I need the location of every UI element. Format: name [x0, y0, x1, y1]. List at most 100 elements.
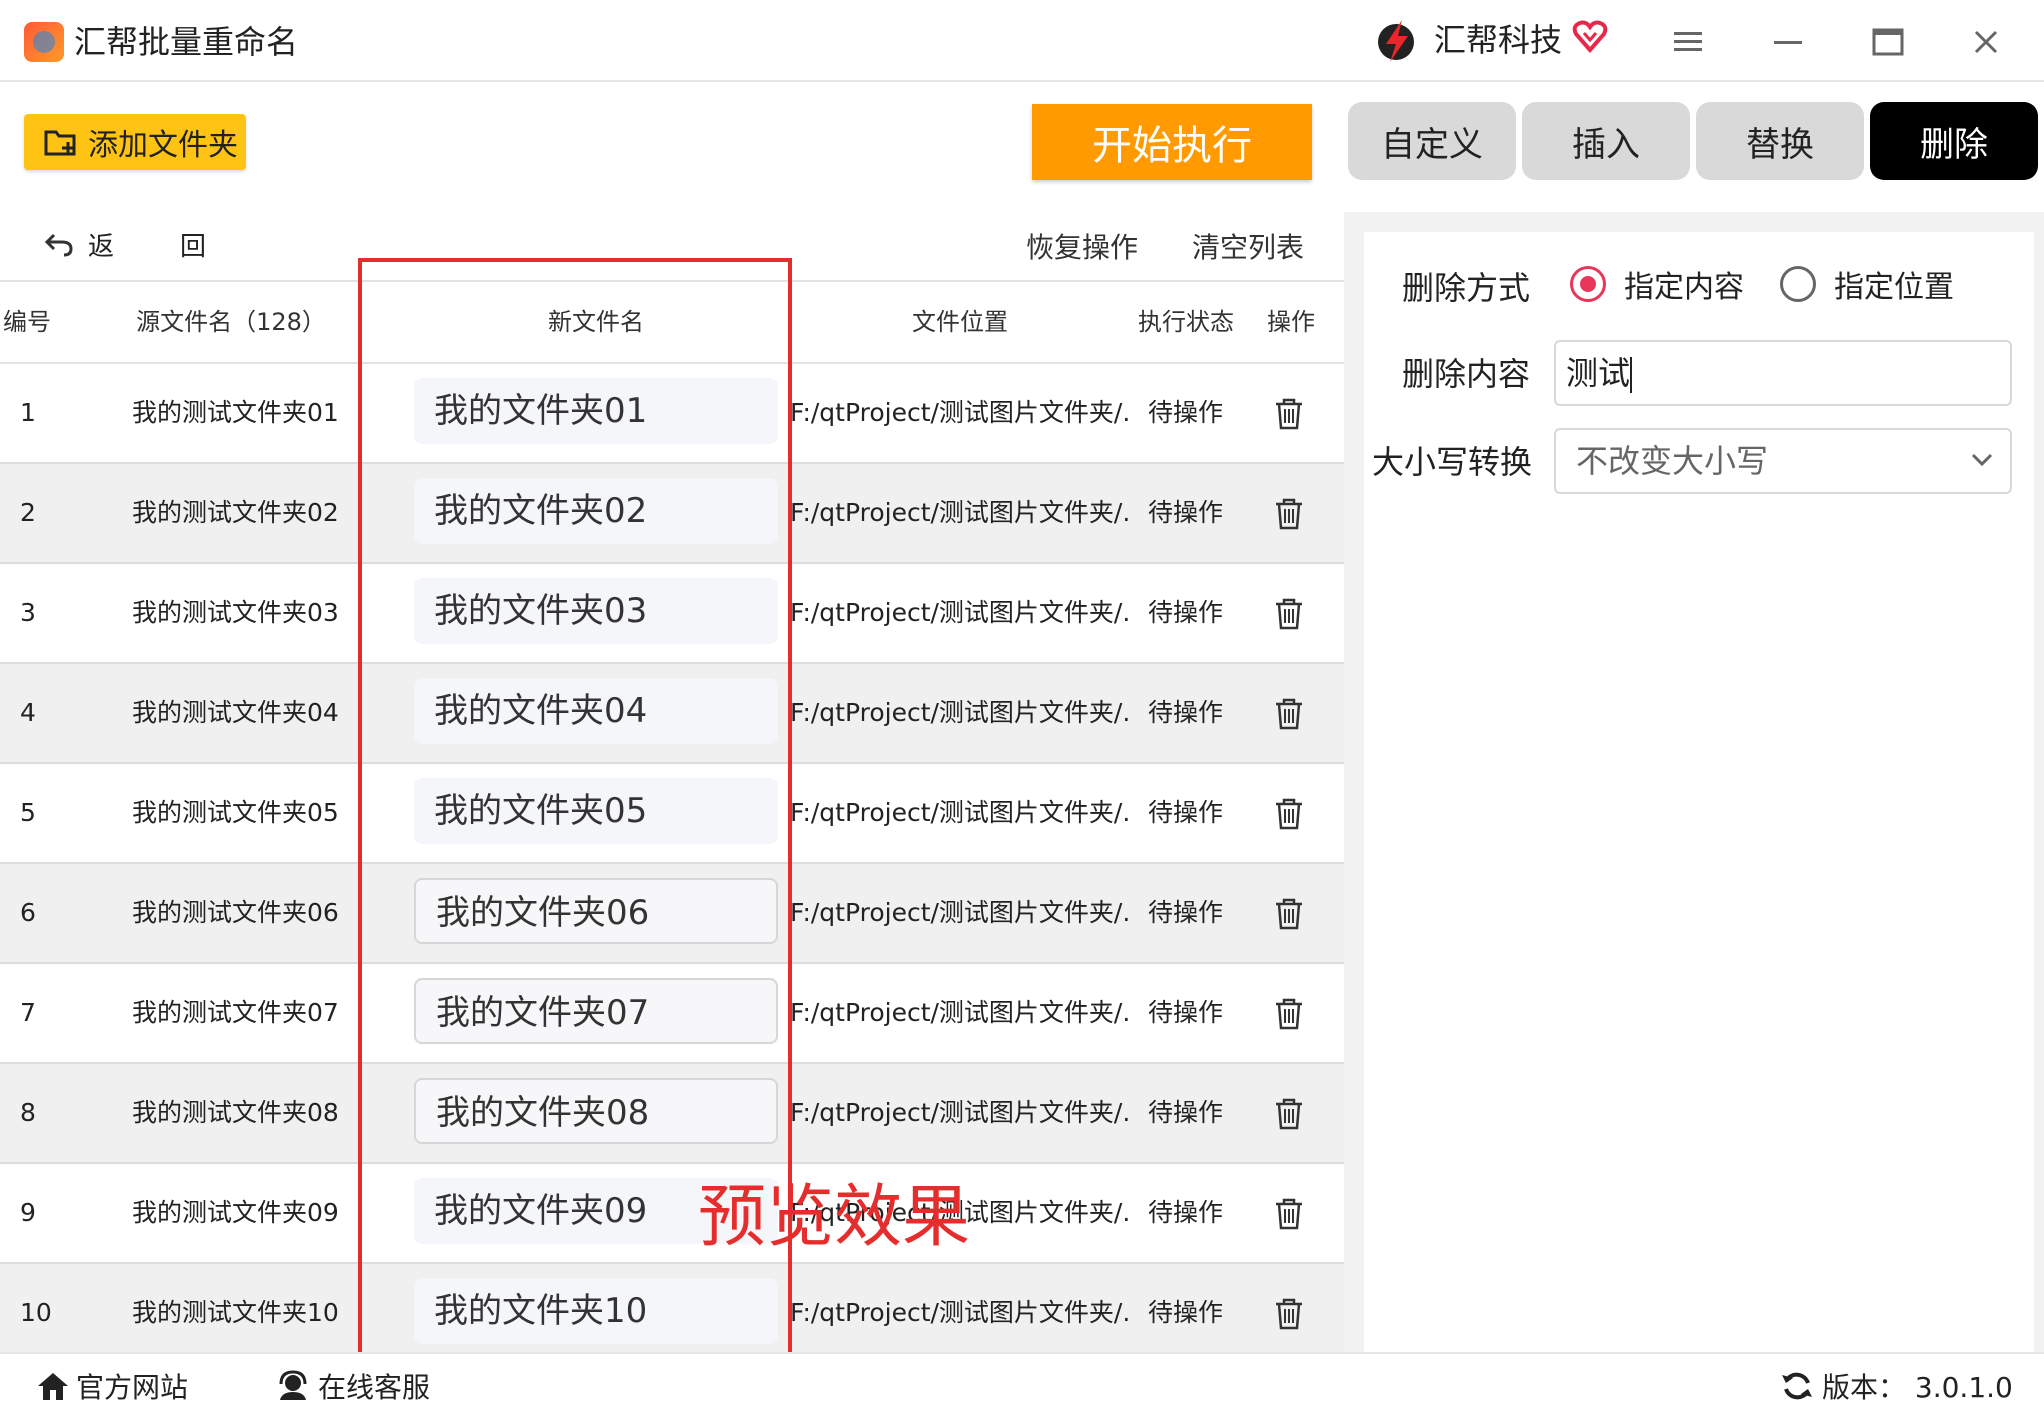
radio-specified-content-label[interactable]: 指定内容 [1624, 266, 1744, 310]
title-bar [0, 0, 2044, 82]
row-status: 待操作 [1148, 1098, 1224, 1127]
version-label: 版本： 3.0.1.0 [1822, 1371, 2013, 1404]
row-status: 待操作 [1148, 1198, 1224, 1227]
row-location: F:/qtProject/测试图片文件夹/... [790, 1098, 1130, 1127]
row-index: 5 [20, 798, 36, 827]
row-location: F:/qtProject/测试图片文件夹/... [790, 798, 1130, 827]
chevron-down-icon [1971, 453, 1993, 467]
official-website-label: 官方网站 [76, 1371, 189, 1404]
folder-add-icon [44, 130, 76, 156]
back-button[interactable]: 返 回 [44, 224, 226, 264]
row-status: 待操作 [1148, 898, 1224, 927]
radio-specified-position[interactable] [1780, 266, 1816, 302]
header-location: 文件位置 [912, 308, 1008, 336]
preview-label: 预览效果 [698, 1178, 971, 1257]
trash-icon[interactable] [1274, 1198, 1304, 1230]
trash-icon[interactable] [1274, 698, 1304, 730]
row-source-name: 我的测试文件夹05 [132, 798, 339, 827]
text-cursor [1630, 357, 1633, 393]
header-status: 执行状态 [1138, 308, 1234, 336]
trash-icon[interactable] [1274, 598, 1304, 630]
row-location: F:/qtProject/测试图片文件夹/... [790, 898, 1130, 927]
radio-specified-content[interactable] [1570, 266, 1606, 302]
row-location: F:/qtProject/测试图片文件夹/... [790, 598, 1130, 627]
trash-icon[interactable] [1274, 898, 1304, 930]
delete-content-value: 测试 [1566, 354, 1631, 392]
row-index: 3 [20, 598, 36, 627]
headset-icon [279, 1370, 307, 1400]
clear-list-button[interactable]: 清空列表 [1192, 226, 1304, 266]
row-source-name: 我的测试文件夹08 [132, 1098, 339, 1127]
trash-icon[interactable] [1274, 998, 1304, 1030]
vip-heart-icon[interactable] [1572, 18, 1608, 54]
row-index: 8 [20, 1098, 36, 1127]
header-index: 编号 [3, 308, 51, 336]
case-convert-value: 不改变大小写 [1576, 442, 1769, 480]
online-support-link[interactable]: 在线客服 [276, 1364, 430, 1408]
row-location: F:/qtProject/测试图片文件夹/... [790, 1298, 1130, 1327]
row-index: 6 [20, 898, 36, 927]
row-source-name: 我的测试文件夹07 [132, 998, 339, 1027]
row-location: F:/qtProject/测试图片文件夹/... [790, 998, 1130, 1027]
row-source-name: 我的测试文件夹02 [132, 498, 339, 527]
row-status: 待操作 [1148, 398, 1224, 427]
undo-arrow-icon [44, 233, 73, 257]
row-index: 1 [20, 398, 36, 427]
tab-replace[interactable]: 替换 [1696, 102, 1864, 180]
row-source-name: 我的测试文件夹04 [132, 698, 339, 727]
delete-mode-label: 删除方式 [1402, 269, 1531, 307]
home-icon [38, 1373, 68, 1400]
trash-icon[interactable] [1274, 1298, 1304, 1330]
case-convert-select[interactable]: 不改变大小写 [1554, 428, 2012, 494]
row-status: 待操作 [1148, 1298, 1224, 1327]
row-location: F:/qtProject/测试图片文件夹/... [790, 498, 1130, 527]
row-source-name: 我的测试文件夹03 [132, 598, 339, 627]
maximize-icon[interactable] [1868, 22, 1908, 62]
row-status: 待操作 [1148, 498, 1224, 527]
app-logo-icon [24, 22, 64, 62]
trash-icon[interactable] [1274, 498, 1304, 530]
minimize-icon[interactable] [1768, 22, 1808, 62]
trash-icon[interactable] [1274, 398, 1304, 430]
add-folder-label: 添加文件夹 [88, 128, 238, 163]
row-index: 7 [20, 998, 36, 1027]
row-index: 9 [20, 1198, 36, 1227]
radio-specified-position-label[interactable]: 指定位置 [1834, 266, 1954, 310]
start-button[interactable]: 开始执行 [1032, 104, 1312, 180]
header-source: 源文件名（128） [136, 308, 326, 336]
row-index: 2 [20, 498, 36, 527]
row-status: 待操作 [1148, 698, 1224, 727]
back-label: 返 回 [88, 231, 227, 262]
version-info: 版本： 3.0.1.0 [1780, 1364, 2013, 1408]
close-icon[interactable] [1966, 22, 2006, 62]
delete-content-label: 删除内容 [1402, 355, 1531, 393]
tab-insert[interactable]: 插入 [1522, 102, 1690, 180]
row-index: 10 [20, 1298, 52, 1327]
delete-content-input[interactable]: 测试 [1554, 340, 2012, 406]
case-convert-label: 大小写转换 [1372, 443, 1533, 481]
restore-button[interactable]: 恢复操作 [1026, 226, 1138, 266]
app-title: 汇帮批量重命名 [74, 23, 299, 61]
row-source-name: 我的测试文件夹09 [132, 1198, 339, 1227]
tab-delete[interactable]: 删除 [1870, 102, 2038, 180]
add-folder-button[interactable]: 添加文件夹 [24, 114, 246, 170]
row-status: 待操作 [1148, 998, 1224, 1027]
row-location: F:/qtProject/测试图片文件夹/... [790, 398, 1130, 427]
header-action: 操作 [1267, 308, 1315, 336]
brand-name: 汇帮科技 [1434, 21, 1563, 59]
refresh-icon[interactable] [1780, 1369, 1814, 1403]
tab-custom[interactable]: 自定义 [1348, 102, 1516, 180]
official-website-link[interactable]: 官方网站 [36, 1364, 188, 1408]
row-source-name: 我的测试文件夹10 [132, 1298, 339, 1327]
row-location: F:/qtProject/测试图片文件夹/... [790, 698, 1130, 727]
trash-icon[interactable] [1274, 1098, 1304, 1130]
brand-logo-icon [1378, 20, 1414, 62]
row-index: 4 [20, 698, 36, 727]
trash-icon[interactable] [1274, 798, 1304, 830]
row-status: 待操作 [1148, 598, 1224, 627]
row-source-name: 我的测试文件夹01 [132, 398, 339, 427]
row-source-name: 我的测试文件夹06 [132, 898, 339, 927]
menu-icon[interactable] [1668, 22, 1708, 62]
online-support-label: 在线客服 [318, 1371, 431, 1404]
row-status: 待操作 [1148, 798, 1224, 827]
